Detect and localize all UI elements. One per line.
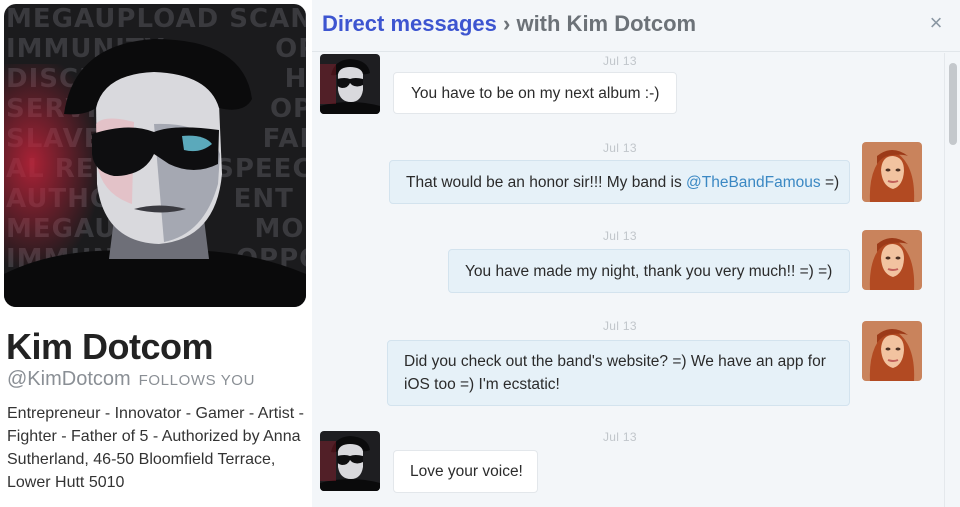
message-timestamp: Jul 13 (603, 430, 637, 444)
message-timestamp: Jul 13 (603, 229, 637, 243)
kim-avatar[interactable] (320, 54, 380, 114)
user-avatar[interactable] (862, 230, 922, 290)
mention-link[interactable]: @TheBandFamous (686, 174, 821, 191)
message-timestamp: Jul 13 (603, 319, 637, 333)
message-text: Did you check out the band's website? =)… (404, 353, 826, 393)
direct-messages-panel: Direct messages › with Kim Dotcom × Jul … (312, 0, 960, 507)
outgoing-message-bubble[interactable]: That would be an honor sir!!! My band is… (389, 160, 850, 204)
profile-avatar[interactable]: MEGAUPLOAD SCANDAL REMODELIMMUNITY OPPOR… (4, 4, 306, 307)
message-timestamp: Jul 13 (603, 141, 637, 155)
profile-handle-row: @KimDotcom FOLLOWS YOU (7, 368, 255, 391)
message-text: =) (820, 174, 840, 191)
follows-you-badge: FOLLOWS YOU (138, 372, 256, 389)
profile-sidebar: MEGAUPLOAD SCANDAL REMODELIMMUNITY OPPOR… (0, 0, 312, 507)
dm-title: Direct messages › with Kim Dotcom (322, 11, 696, 37)
scrollbar-thumb[interactable] (949, 63, 957, 145)
profile-handle[interactable]: @KimDotcom (7, 368, 131, 390)
conversation-title: › with Kim Dotcom (503, 11, 697, 36)
message-text: That would be an honor sir!!! My band is (406, 174, 687, 191)
incoming-message-bubble[interactable]: You have to be on my next album :-) (393, 72, 677, 114)
user-avatar[interactable] (862, 321, 922, 381)
direct-messages-link[interactable]: Direct messages (322, 11, 497, 36)
message-thread: Jul 13 You have to be on my next album :… (312, 53, 942, 507)
dm-header: Direct messages › with Kim Dotcom × (312, 0, 960, 52)
profile-bio: Entrepreneur - Innovator - Gamer - Artis… (7, 405, 304, 491)
profile-name[interactable]: Kim Dotcom (6, 326, 214, 368)
message-text: You have made my night, thank you very m… (465, 263, 833, 280)
user-avatar[interactable] (862, 142, 922, 202)
outgoing-message-bubble[interactable]: You have made my night, thank you very m… (448, 249, 850, 293)
close-icon[interactable]: × (926, 12, 946, 34)
incoming-message-bubble[interactable]: Love your voice! (393, 450, 538, 493)
message-text: You have to be on my next album :-) (411, 85, 660, 102)
kim-portrait-illustration (4, 39, 306, 307)
message-timestamp: Jul 13 (603, 54, 637, 68)
outgoing-message-bubble[interactable]: Did you check out the band's website? =)… (387, 340, 850, 406)
kim-avatar[interactable] (320, 431, 380, 491)
message-text: Love your voice! (410, 463, 523, 480)
thread-scrollbar[interactable] (944, 53, 960, 507)
